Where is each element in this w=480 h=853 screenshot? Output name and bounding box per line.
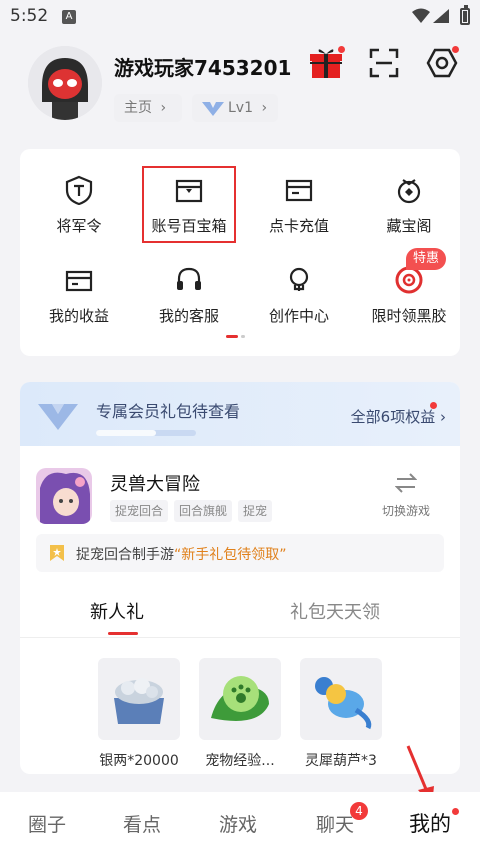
grid-item-label: 限时领黑胶	[371, 307, 447, 325]
gift-tabs: 新人礼 礼包天天领	[20, 592, 460, 638]
pager-active-dot	[226, 335, 238, 338]
me-notification-dot	[452, 808, 459, 815]
switch-game-button[interactable]: 切换游戏	[376, 472, 436, 519]
grid-item-label: 我的客服	[158, 307, 219, 325]
gift-item[interactable]: 灵犀葫芦*3	[300, 658, 382, 770]
gift-item[interactable]: 宠物经验...	[199, 658, 281, 770]
vip-gem-icon	[202, 102, 224, 116]
gift-notification-dot	[338, 46, 345, 53]
services-grid: 将军令 账号百宝箱 点卡充值 藏宝阁 我的收益 我的客服 创作中心 限时领黑胶 …	[20, 149, 460, 356]
vip-diamond-icon	[38, 404, 78, 430]
game-gift-card: 专属会员礼包待查看 全部6项权益 › 灵兽大冒险 捉宠回合 回合旗舰 捉宠 切换…	[20, 382, 460, 774]
nav-me[interactable]: 我的	[409, 808, 451, 838]
game-tag: 捉宠	[238, 500, 273, 522]
grid-item-creator-center[interactable]: 创作中心	[244, 251, 354, 331]
pager-inactive-dot	[241, 335, 245, 338]
grid-item-my-earnings[interactable]: 我的收益	[24, 251, 134, 331]
vip-decor-bar	[96, 430, 196, 436]
scan-icon[interactable]	[367, 46, 401, 80]
vip-all-rights-label: 全部6项权益	[350, 408, 436, 426]
gift-item[interactable]: 银两*20000	[98, 658, 180, 770]
vip-title: 专属会员礼包待查看	[96, 402, 241, 421]
game-name: 灵兽大冒险	[110, 474, 200, 495]
battery-icon	[460, 5, 470, 25]
status-bar: 5:52 A	[0, 0, 480, 34]
game-thumbnail[interactable]	[36, 468, 92, 524]
tab-daily-gift[interactable]: 礼包天天领	[290, 598, 380, 624]
grid-item-label: 我的收益	[48, 307, 109, 325]
settings-notification-dot	[452, 46, 459, 53]
notice-highlight: “新手礼包待领取”	[174, 547, 287, 563]
level-pill-button[interactable]: Lv1 ›	[192, 94, 278, 122]
grid-item-label: 点卡充值	[268, 217, 329, 235]
gift-name: 灵犀葫芦*3	[305, 753, 377, 769]
status-time: 5:52	[10, 6, 49, 26]
gift-name: 银两*20000	[99, 753, 179, 769]
game-tag: 回合旗舰	[174, 500, 233, 522]
wallet-icon	[65, 270, 93, 292]
avatar-character-icon	[28, 46, 102, 120]
silver-chest-icon	[98, 658, 180, 740]
grid-item-my-support[interactable]: 我的客服	[134, 251, 244, 331]
headset-icon	[177, 267, 201, 290]
tab-newbie-gift[interactable]: 新人礼	[90, 598, 144, 624]
grid-item-treasure-pavilion[interactable]: 藏宝阁	[354, 161, 464, 241]
nav-games[interactable]: 游戏	[219, 810, 257, 837]
notification-a-icon: A	[62, 10, 76, 24]
switch-game-label: 切换游戏	[381, 504, 430, 518]
bottom-navigation: 圈子 看点 游戏 聊天 4 我的	[0, 792, 480, 853]
chevron-right-icon: ›	[160, 100, 167, 116]
highlight-annotation-box	[142, 166, 236, 243]
vip-banner[interactable]: 专属会员礼包待查看 全部6项权益 ›	[20, 382, 460, 446]
grid-item-general-token[interactable]: 将军令	[24, 161, 134, 241]
wifi-icon	[412, 8, 430, 23]
username: 游戏玩家7453201	[114, 56, 292, 80]
home-pill-label: 主页	[124, 100, 152, 116]
pet-exp-icon	[199, 658, 281, 740]
home-pill-button[interactable]: 主页 ›	[114, 94, 182, 122]
notice-text: 捉宠回合制手游	[76, 547, 174, 563]
nav-circle[interactable]: 圈子	[28, 810, 66, 837]
nav-highlights[interactable]: 看点	[123, 810, 161, 837]
grid-item-card-recharge[interactable]: 点卡充值	[244, 161, 354, 241]
shield-t-icon	[65, 175, 93, 205]
game-tag: 捉宠回合	[110, 500, 169, 522]
avatar[interactable]	[28, 46, 102, 120]
treasure-bag-icon	[397, 179, 421, 204]
tab-active-underline	[108, 632, 138, 635]
grid-item-label: 创作中心	[268, 307, 329, 325]
grid-item-label: 将军令	[56, 217, 102, 235]
vip-all-rights-link[interactable]: 全部6项权益 ›	[351, 406, 446, 427]
bookmark-star-icon	[50, 545, 64, 561]
gift-name: 宠物经验...	[205, 753, 275, 769]
grid-item-label: 藏宝阁	[386, 217, 432, 235]
chevron-right-icon: ›	[440, 408, 446, 426]
swap-arrows-icon	[394, 473, 418, 493]
vip-notification-dot	[430, 402, 437, 409]
cellular-icon	[433, 9, 449, 23]
bulb-icon	[289, 267, 309, 291]
game-notice-bar[interactable]: 捉宠回合制手游“新手礼包待领取”	[36, 534, 444, 572]
special-offer-badge: 特惠	[406, 248, 446, 270]
chevron-right-icon: ›	[261, 100, 268, 116]
gourd-icon	[300, 658, 382, 740]
nav-chat[interactable]: 聊天	[316, 810, 354, 837]
card-icon	[285, 179, 313, 202]
level-label: Lv1	[228, 100, 253, 116]
game-character-icon	[36, 468, 92, 524]
chat-unread-badge: 4	[350, 802, 368, 820]
